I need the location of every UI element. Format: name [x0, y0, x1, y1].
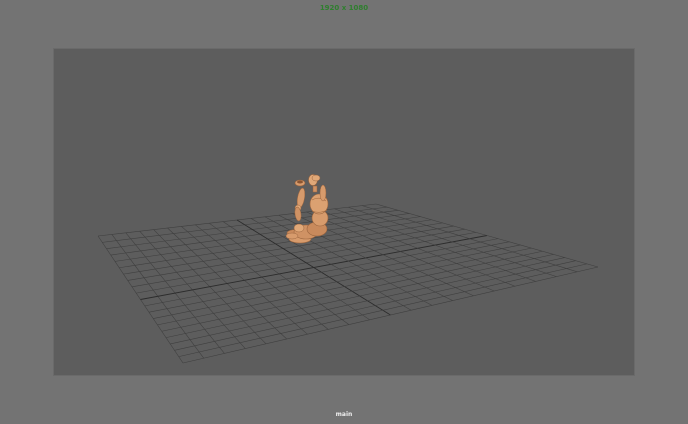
mannequin-neck [312, 185, 318, 193]
mannequin-knee [293, 223, 305, 233]
scene-canvas[interactable] [0, 0, 688, 424]
mannequin-hand-right [311, 174, 321, 182]
grid-line [375, 203, 599, 268]
wooden-mannequin[interactable] [285, 174, 329, 244]
ground-grid [97, 203, 599, 364]
grid-line [362, 205, 578, 273]
grid-line [182, 266, 599, 364]
camera-name-label: main [335, 411, 353, 418]
3d-viewport[interactable]: 1920 x 1080 main [0, 0, 688, 424]
grid-line [178, 263, 587, 357]
mannequin-shin [285, 232, 299, 240]
mannequin-upper-arm-right [319, 184, 327, 202]
grid-line [170, 257, 565, 345]
grid-line [348, 206, 557, 277]
